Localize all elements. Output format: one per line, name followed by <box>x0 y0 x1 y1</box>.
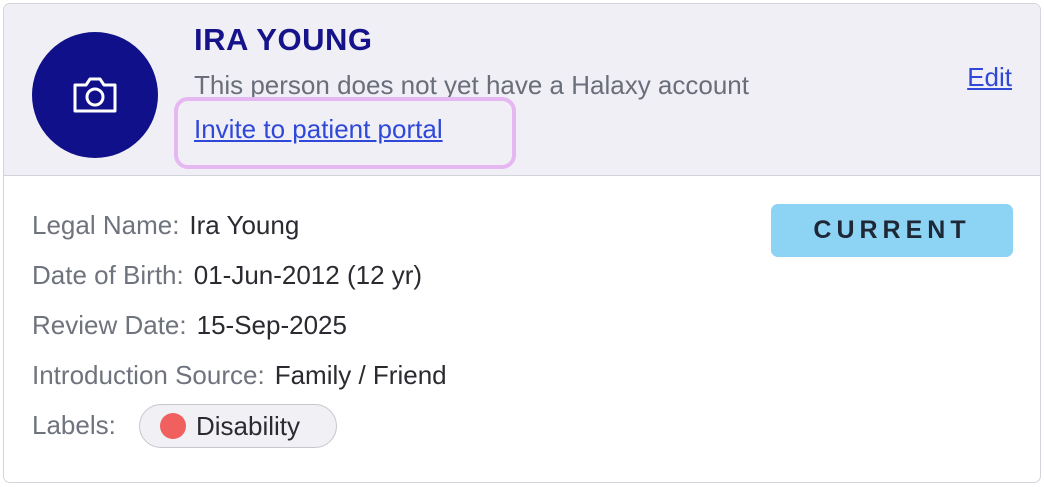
camera-icon <box>73 77 117 113</box>
introduction-source-label: Introduction Source: <box>32 360 265 390</box>
label-chip-disability[interactable]: Disability <box>139 404 337 448</box>
legal-name-label: Legal Name: <box>32 210 180 240</box>
introduction-source-value: Family / Friend <box>274 360 447 390</box>
patient-card: IRA YOUNG This person does not yet have … <box>3 3 1041 483</box>
patient-card-header: IRA YOUNG This person does not yet have … <box>4 4 1040 176</box>
status-badge: CURRENT <box>771 204 1013 257</box>
review-date-row: Review Date: 15-Sep-2025 <box>32 308 347 342</box>
invite-to-portal-link[interactable]: Invite to patient portal <box>194 112 443 146</box>
edit-link[interactable]: Edit <box>967 60 1012 94</box>
dob-row: Date of Birth: 01-Jun-2012 (12 yr) <box>32 258 422 292</box>
legal-name-row: Legal Name: Ira Young <box>32 208 299 242</box>
patient-name: IRA YOUNG <box>194 22 373 57</box>
review-date-value: 15-Sep-2025 <box>196 310 347 340</box>
review-date-label: Review Date: <box>32 310 187 340</box>
patient-details: Legal Name: Ira Young Date of Birth: 01-Ju… <box>4 176 1040 482</box>
avatar[interactable] <box>32 32 158 158</box>
dob-value: 01-Jun-2012 (12 yr) <box>193 260 423 290</box>
legal-name-value: Ira Young <box>189 210 300 240</box>
labels-label: Labels: <box>32 410 116 440</box>
label-chip-text: Disability <box>196 411 301 441</box>
labels-row: Labels: <box>32 408 116 442</box>
label-color-dot <box>160 413 186 439</box>
introduction-source-row: Introduction Source: Family / Friend <box>32 358 447 392</box>
dob-label: Date of Birth: <box>32 260 184 290</box>
